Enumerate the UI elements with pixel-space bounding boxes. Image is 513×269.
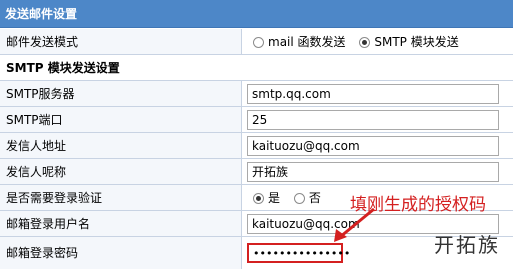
password-input[interactable]: ••••••••••••••• [247,243,350,263]
from-address-row: 发信人地址 kaituozu@qq.com [0,133,513,159]
smtp-server-label: SMTP服务器 [0,81,242,106]
watermark-logo: 开拓族 [434,233,500,257]
annotation-arrow-icon [334,207,375,242]
send-mode-label: 邮件发送模式 [0,29,242,54]
mail-function-radio[interactable] [253,37,264,48]
smtp-section-title: SMTP 模块发送设置 [0,55,513,81]
auth-no-label: 否 [308,191,321,205]
smtp-port-input[interactable]: 25 [247,110,499,130]
section-header: 发送邮件设置 [0,0,513,28]
auth-yes-radio[interactable] [253,193,264,204]
smtp-module-radio[interactable] [359,37,371,48]
auth-no-radio[interactable] [293,193,305,204]
smtp-port-label: SMTP端口 [0,107,242,132]
sender-name-input[interactable]: 开拓族 [247,162,499,182]
password-label: 邮箱登录密码 [0,237,242,269]
smtp-port-row: SMTP端口 25 [0,107,513,133]
sender-name-label: 发信人呢称 [0,159,242,184]
auth-yes-label: 是 [268,191,281,205]
mail-function-radio-label: mail 函数发送 [268,35,346,49]
send-mode-row: 邮件发送模式 mail 函数发送 SMTP 模块发送 [0,29,513,55]
sender-name-row: 发信人呢称 开拓族 [0,159,513,185]
username-label: 邮箱登录用户名 [0,211,242,236]
smtp-module-radio-label: SMTP 模块发送 [374,35,459,49]
from-address-label: 发信人地址 [0,133,242,158]
smtp-server-row: SMTP服务器 smtp.qq.com [0,81,513,107]
smtp-server-input[interactable]: smtp.qq.com [247,84,499,104]
from-address-input[interactable]: kaituozu@qq.com [247,136,499,156]
auth-label: 是否需要登录验证 [0,185,242,210]
